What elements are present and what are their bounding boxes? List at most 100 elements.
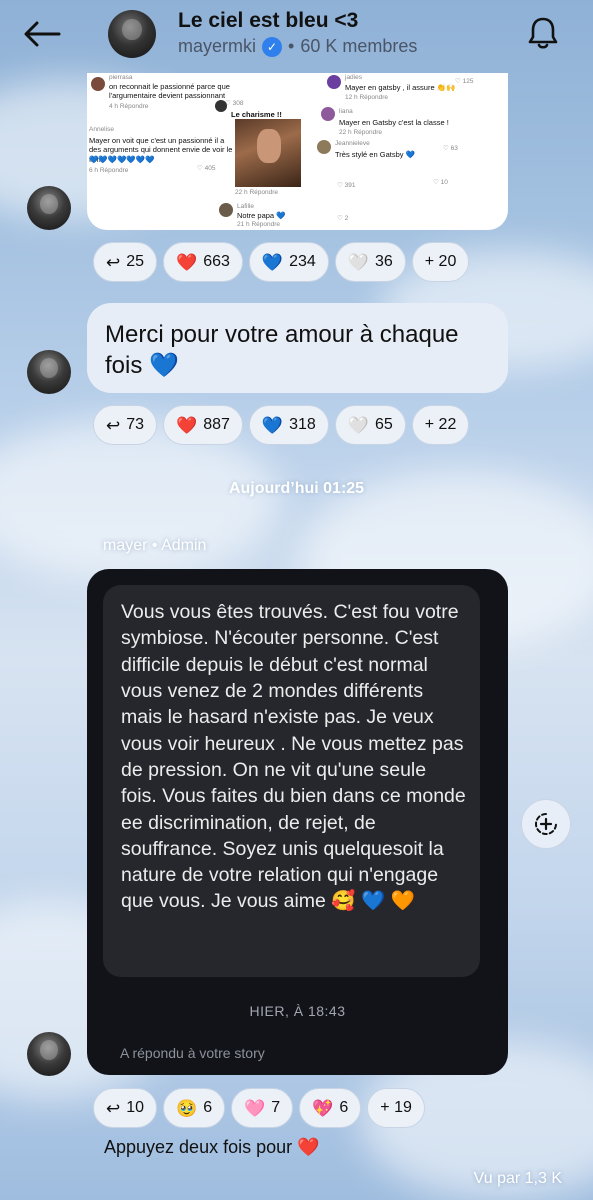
comment-photo	[235, 119, 301, 187]
comment-text: on reconnait le passionné parce que l'ar…	[109, 82, 230, 101]
shared-screenshot-image[interactable]: pierrasa on reconnait le passionné parce…	[87, 73, 508, 230]
reaction-blue-heart[interactable]: 💙 318	[248, 405, 329, 445]
comment-user: Annelise	[89, 126, 114, 133]
bell-icon	[528, 17, 558, 49]
comment-text: Mayer en Gatsby c'est la classe !	[339, 118, 449, 127]
comment-text: Le charisme !!	[231, 110, 282, 119]
channel-title[interactable]: Le ciel est bleu <3	[178, 9, 358, 33]
member-count: 60 K membres	[300, 36, 418, 56]
sender-avatar[interactable]	[27, 186, 71, 230]
reply-button[interactable]: ↩ 25	[93, 242, 158, 282]
story-reply-text: Vous vous êtes trouvés. C'est fou votre …	[103, 585, 480, 977]
reaction-white-heart[interactable]: 🤍 36	[334, 242, 406, 282]
reaction-count: 318	[289, 416, 316, 433]
reaction-pink-heart[interactable]: 🩷 7	[231, 1088, 294, 1128]
comment-likes: ♡ 308	[225, 100, 244, 107]
channel-handle: mayermki	[178, 36, 257, 56]
sender-avatar[interactable]	[27, 350, 71, 394]
white-heart-icon: 🤍	[347, 252, 369, 272]
back-button[interactable]	[20, 14, 64, 54]
reaction-count: 6	[203, 1099, 213, 1116]
comment-likes: ♡ 125	[455, 78, 474, 85]
notifications-button[interactable]	[522, 12, 564, 54]
reaction-red-heart[interactable]: ❤️ 663	[163, 242, 243, 282]
reaction-count: 7	[271, 1099, 281, 1116]
reactions-bar: ↩ 25 ❤️ 663 💙 234 🤍 36 + 20	[93, 242, 470, 282]
commenter-avatar	[219, 203, 233, 217]
separator-dot: •	[288, 36, 295, 56]
comment-hearts: 💙💙💙💙💙💙💙	[89, 155, 155, 164]
more-reactions-button[interactable]: + 20	[411, 242, 470, 282]
comment-text: Mayer en gatsby , il assure 👏🙌	[345, 83, 456, 92]
reaction-sparkling-heart[interactable]: 💖 6	[299, 1088, 362, 1128]
reaction-blue-heart[interactable]: 💙 234	[248, 242, 329, 282]
reply-button[interactable]: ↩ 73	[93, 405, 158, 445]
date-separator: Aujourd’hui 01:25	[228, 480, 365, 497]
reaction-count: 234	[289, 253, 316, 270]
reaction-pleading-face[interactable]: 🥹 6	[163, 1088, 226, 1128]
reaction-count: 663	[203, 253, 230, 270]
comment-user: Lafille	[237, 203, 254, 210]
reply-count: 73	[126, 416, 145, 433]
reply-icon: ↩	[106, 415, 121, 435]
comment-user: pierrasa	[109, 74, 133, 81]
sparkling-heart-icon: 💖	[312, 1098, 334, 1118]
comment-likes: ♡ 63	[443, 145, 458, 152]
commenter-avatar	[327, 75, 341, 89]
more-reactions-count: + 20	[424, 253, 457, 270]
share-plus-icon	[535, 813, 557, 835]
more-reactions-button[interactable]: + 19	[367, 1088, 425, 1128]
reply-icon: ↩	[106, 252, 121, 272]
comment-user: liana	[339, 108, 353, 115]
comment-user: Jeannieleve	[335, 140, 370, 147]
reply-count: 25	[126, 253, 145, 270]
comment-likes: ♡ 2	[337, 215, 349, 222]
double-tap-hint: Appuyez deux fois pour ❤️	[104, 1137, 320, 1157]
share-button[interactable]	[521, 799, 571, 849]
white-heart-icon: 🤍	[347, 415, 369, 435]
more-reactions-count: + 19	[380, 1099, 412, 1116]
comment-text: Très stylé en Gatsby 💙	[335, 150, 415, 159]
commenter-avatar	[91, 77, 105, 91]
reactions-bar: ↩ 73 ❤️ 887 💙 318 🤍 65 + 22	[93, 405, 470, 445]
reaction-count: 65	[374, 416, 393, 433]
story-reply-card[interactable]: Vous vous êtes trouvés. C'est fou votre …	[87, 569, 508, 1075]
seen-by-count[interactable]: Vu par 1,3 K	[474, 1170, 562, 1188]
comment-meta: 22 h Répondre	[339, 129, 383, 136]
sender-avatar[interactable]	[27, 1032, 71, 1076]
channel-subtitle: mayermki ✓ • 60 K membres	[178, 36, 417, 57]
verified-badge-icon: ✓	[262, 36, 283, 57]
reaction-count: 887	[203, 416, 230, 433]
commenter-avatar	[321, 107, 335, 121]
more-reactions-button[interactable]: + 22	[411, 405, 470, 445]
red-heart-icon: ❤️	[176, 415, 198, 435]
reaction-red-heart[interactable]: ❤️ 887	[163, 405, 243, 445]
group-avatar[interactable]	[108, 10, 156, 58]
story-reply-timestamp: HIER, À 18:43	[249, 1003, 346, 1019]
message-bubble[interactable]: Merci pour votre amour à chaque fois 💙	[87, 303, 508, 393]
comment-meta: 22 h Répondre	[235, 189, 279, 196]
reactions-bar: ↩ 10 🥹 6 🩷 7 💖 6 + 19	[93, 1088, 425, 1128]
reaction-white-heart[interactable]: 🤍 65	[334, 405, 406, 445]
comment-meta: 6 h Répondre	[89, 167, 129, 174]
comment-meta: 21 h Répondre	[237, 221, 281, 228]
pleading-face-icon: 🥹	[176, 1098, 198, 1118]
reaction-count: 6	[339, 1099, 349, 1116]
more-reactions-count: + 22	[424, 416, 457, 433]
comment-text: Notre papa 💙	[237, 211, 286, 220]
reply-button[interactable]: ↩ 10	[93, 1088, 158, 1128]
red-heart-icon: ❤️	[176, 252, 198, 272]
chat-header: Le ciel est bleu <3 mayermki ✓ • 60 K me…	[0, 0, 593, 72]
blue-heart-icon: 💙	[261, 252, 284, 272]
commenter-avatar	[215, 100, 227, 112]
comment-meta: 4 h Répondre	[109, 103, 149, 110]
blue-heart-icon: 💙	[261, 415, 284, 435]
back-arrow-icon	[24, 21, 61, 47]
comment-meta: 12 h Répondre	[345, 94, 389, 101]
sender-label: mayer • Admin	[103, 537, 207, 554]
story-reply-label: A répondu à votre story	[120, 1045, 265, 1061]
pink-heart-icon: 🩷	[244, 1098, 266, 1118]
comment-likes: ♡ 391	[337, 182, 356, 189]
reply-count: 10	[126, 1099, 145, 1116]
reaction-count: 36	[374, 253, 393, 270]
